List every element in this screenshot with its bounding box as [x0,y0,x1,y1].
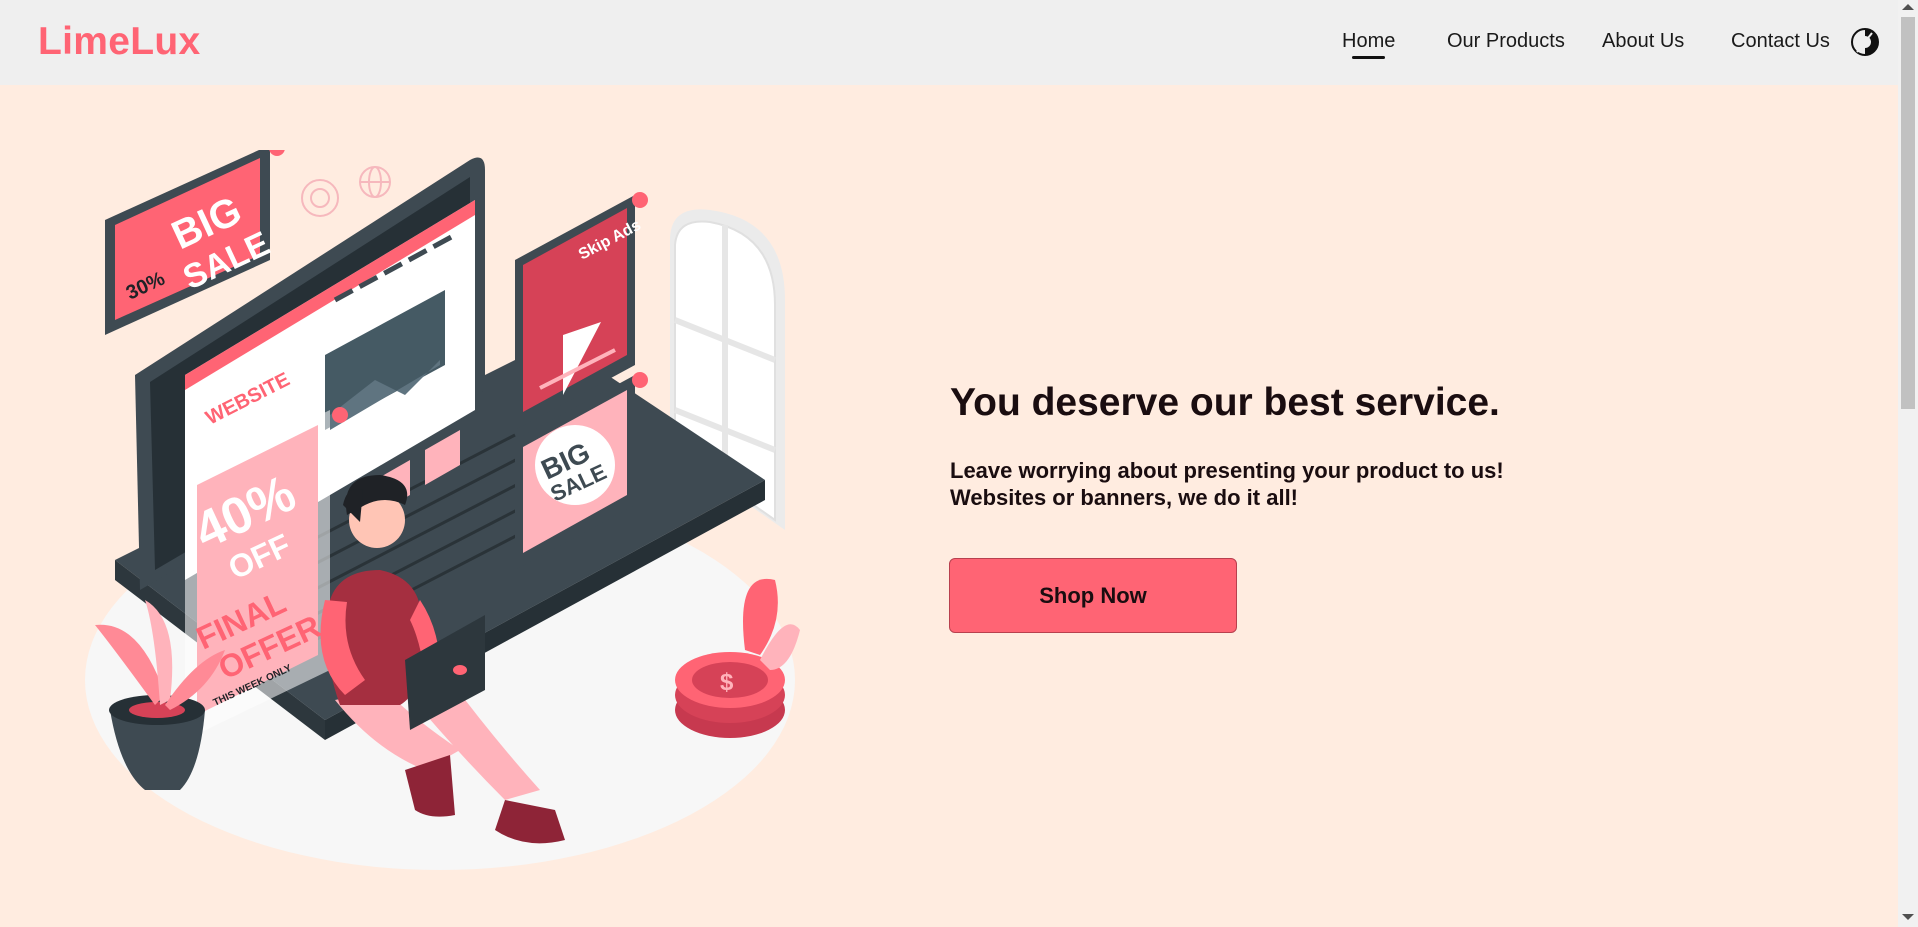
hero-title: You deserve our best service. [950,381,1500,424]
hero-subtitle: Leave worrying about presenting your pro… [950,457,1570,511]
gear-icon [301,179,339,217]
globe-icon [359,166,391,198]
navbar: LimeLux Home Our Products About Us Conta… [0,0,1898,85]
hero-text-block: You deserve our best service. Leave worr… [950,380,1650,511]
site-logo[interactable]: LimeLux [38,20,200,64]
contrast-toggle-icon[interactable] [1850,27,1880,57]
hero-illustration: WEBSITE BIG SALE 30% 40% OFF FINAL OFFER… [85,150,800,870]
nav-home-link[interactable]: Home [1342,30,1395,53]
hero-subtitle-line1: Leave worrying about presenting your pro… [950,457,1504,483]
nav-products-link[interactable]: Our Products [1447,30,1565,53]
nav-contact-link[interactable]: Contact Us [1731,30,1830,53]
shop-now-button[interactable]: Shop Now [949,558,1237,633]
hero-subtitle-line2: Websites or banners, we do it all! [950,484,1299,510]
scroll-up-arrow-icon[interactable] [1902,4,1914,10]
scroll-down-arrow-icon[interactable] [1902,914,1914,920]
page-scrollbar[interactable] [1898,0,1918,927]
nav-about-link[interactable]: About Us [1602,30,1684,53]
svg-text:$: $ [720,669,734,696]
active-nav-underline [1352,56,1385,59]
scroll-thumb[interactable] [1901,17,1915,409]
